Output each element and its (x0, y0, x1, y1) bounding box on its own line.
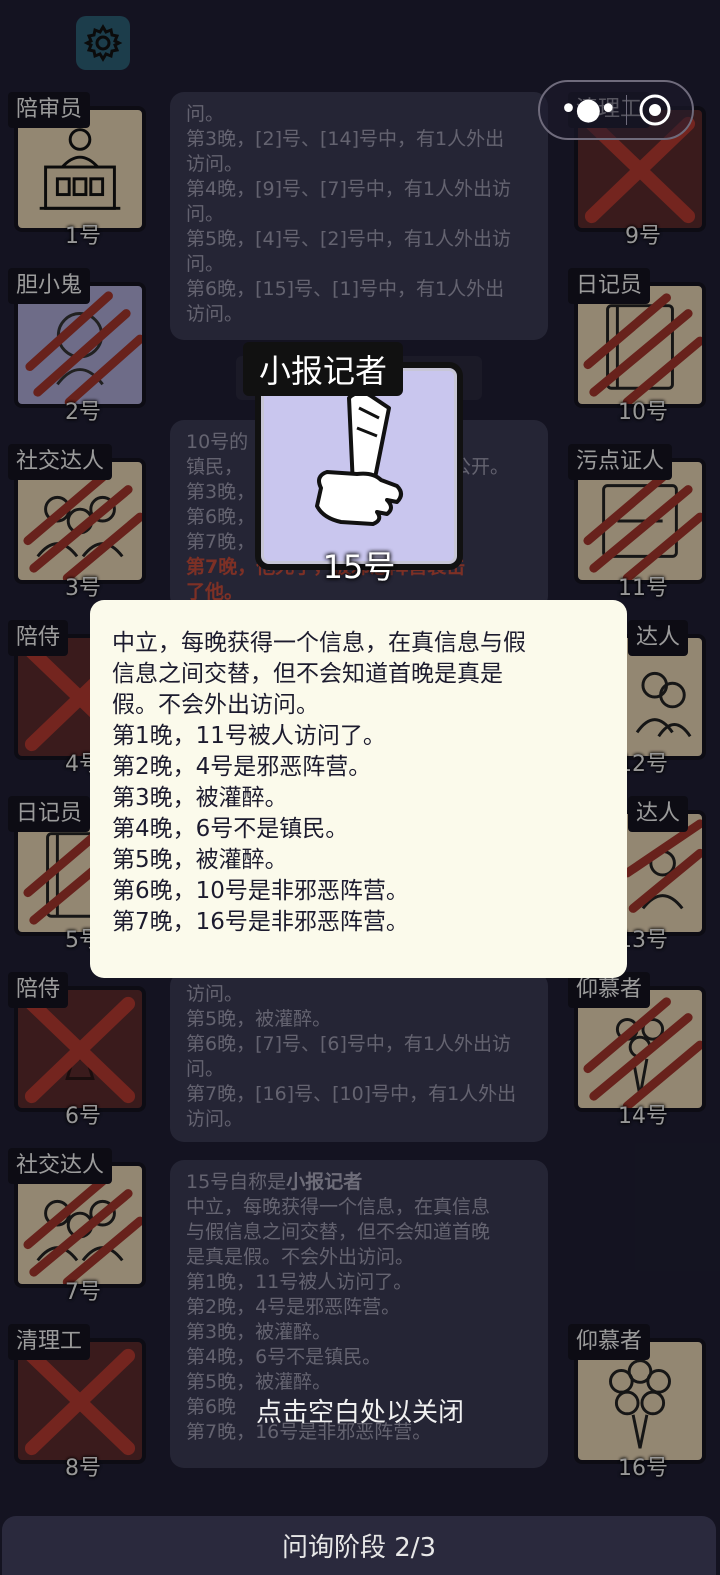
more-menu-icon[interactable]: •●• (560, 95, 618, 125)
featured-role-title: 小报记者 (243, 342, 404, 396)
capsule-divider (626, 95, 628, 125)
popup-line: 假。不会外出访问。 (112, 692, 319, 718)
popup-line: 信息之间交替，但不会知道首晚是真是 (112, 661, 503, 687)
role-info-popup: 中立，每晚获得一个信息，在真信息与假 信息之间交替，但不会知道首晚是真是 假。不… (90, 600, 627, 978)
phase-label: 问询阶段 2/3 (281, 1533, 437, 1563)
featured-player-number: 15号 (322, 548, 396, 586)
popup-line: 第3晚，被灌醉。 (112, 785, 288, 811)
popup-line: 第1晚，11号被人访问了。 (112, 723, 386, 749)
featured-player-card: 小报记者 15号 (243, 342, 463, 586)
close-miniprogram-icon[interactable] (638, 93, 672, 127)
game-screen: •●• 问。 第3晚，[2]号、[14]号中，有1人外出 访问。 第4晚，[9]… (0, 0, 720, 1575)
popup-line: 第5晚，被灌醉。 (112, 847, 288, 873)
popup-line: 第2晚，4号是邪恶阵营。 (112, 754, 372, 780)
newspaper-hand-icon (315, 390, 403, 526)
popup-line: 第6晚，10号是非邪恶阵营。 (112, 878, 409, 904)
tap-to-close-hint[interactable]: 点击空白处以关闭 (0, 1392, 720, 1429)
phase-indicator: 问询阶段 2/3 (2, 1516, 716, 1575)
miniprogram-capsule: •●• (538, 80, 694, 140)
popup-line: 第4晚，6号不是镇民。 (112, 816, 349, 842)
popup-line: 第7晚，16号是非邪恶阵营。 (112, 909, 409, 935)
popup-line: 中立，每晚获得一个信息，在真信息与假 (112, 630, 526, 656)
